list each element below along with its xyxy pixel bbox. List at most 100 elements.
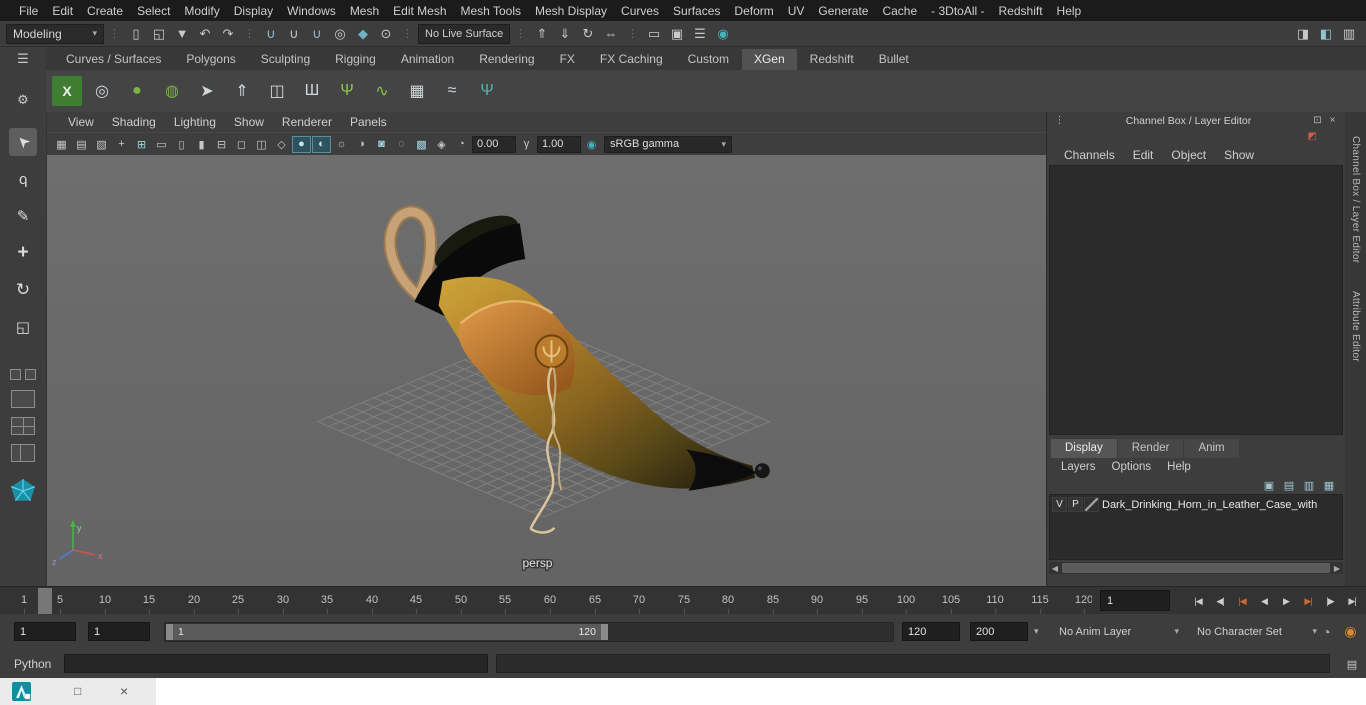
menu-help[interactable]: Help — [1050, 4, 1089, 18]
pane-layout-four-view-button[interactable] — [11, 417, 35, 435]
xgen-lock-length-icon[interactable]: ◫ — [262, 76, 292, 106]
shelf-tab-rigging[interactable]: Rigging — [323, 49, 388, 70]
modeling-toolkit-icon[interactable] — [9, 478, 37, 504]
play-backwards-button[interactable]: ◀ — [1253, 596, 1275, 607]
divider-grip[interactable]: ⋮ — [106, 27, 123, 40]
layer-horizontal-scrollbar[interactable]: ◀ ▶ — [1049, 562, 1343, 574]
shelf-menu-icon[interactable]: ☰ — [12, 50, 34, 68]
restore-window-icon[interactable]: □ — [74, 678, 81, 705]
menu-file[interactable]: File — [12, 4, 45, 18]
divider-grip[interactable]: ⋮ — [624, 27, 641, 40]
lasso-select-tool[interactable]: ρ — [9, 165, 37, 193]
go-to-playback-start-button[interactable]: |◀ — [1187, 596, 1209, 607]
animation-preferences-icon[interactable]: ◉ — [1340, 621, 1361, 642]
menu-surfaces[interactable]: Surfaces — [666, 4, 727, 18]
viewport-menu-show[interactable]: Show — [225, 115, 273, 129]
range-slider-track[interactable]: 1 120 — [164, 622, 894, 642]
shelf-tab-fx-caching[interactable]: FX Caching — [588, 49, 675, 70]
divider-grip[interactable]: ⋮ — [512, 27, 529, 40]
channel-menu-object[interactable]: Object — [1162, 148, 1215, 162]
color-management-icon[interactable]: ◉ — [582, 136, 601, 153]
construction-history-icon[interactable]: ↻ — [577, 23, 599, 45]
xgen-groom-splines-icon[interactable]: ∿ — [367, 76, 397, 106]
current-frame-field[interactable] — [1100, 590, 1170, 611]
play-forwards-button[interactable]: ▶ — [1275, 596, 1297, 607]
layer-playback-toggle[interactable]: P — [1068, 497, 1083, 512]
menu-3dtoall[interactable]: - 3DtoAll - — [924, 4, 991, 18]
range-start-handle[interactable] — [166, 624, 173, 640]
viewport-menu-shading[interactable]: Shading — [103, 115, 165, 129]
layer-name-label[interactable]: Dark_Drinking_Horn_in_Leather_Case_with — [1102, 499, 1342, 511]
paint-select-tool[interactable]: ✎ — [9, 202, 37, 230]
layer-tab-render[interactable]: Render — [1118, 439, 1184, 458]
step-forward-key-button[interactable]: ▶| — [1297, 596, 1319, 607]
menu-mesh[interactable]: Mesh — [343, 4, 386, 18]
menu-modify[interactable]: Modify — [177, 4, 226, 18]
channel-menu-show[interactable]: Show — [1215, 148, 1263, 162]
scroll-left-icon[interactable]: ◀ — [1049, 564, 1061, 573]
command-input-field[interactable] — [64, 654, 488, 673]
float-panel-icon[interactable]: ⊡ — [1310, 115, 1325, 126]
maya-app-icon[interactable] — [12, 682, 31, 701]
menu-set-selector[interactable]: Modeling ▾ — [6, 24, 104, 44]
exposure-icon[interactable]: ◔ — [452, 136, 471, 153]
shadows-icon[interactable]: ◑ — [352, 136, 371, 153]
menu-uv[interactable]: UV — [781, 4, 812, 18]
snap-to-curve-icon[interactable]: ∪ — [283, 23, 305, 45]
layer-tab-display[interactable]: Display — [1051, 439, 1117, 458]
xgen-editor-icon[interactable]: X — [52, 76, 82, 106]
create-empty-layer-icon[interactable]: ▣ — [1261, 479, 1277, 492]
wireframe-icon[interactable]: ◇ — [272, 136, 291, 153]
render-settings-icon[interactable]: ☰ — [689, 23, 711, 45]
delete-unused-layers-icon[interactable]: ▥ — [1301, 479, 1317, 492]
symmetry-icon[interactable]: ⇔ — [600, 23, 622, 45]
step-back-frame-button[interactable]: ◀| — [1209, 596, 1231, 607]
step-forward-frame-button[interactable]: |▶ — [1319, 596, 1341, 607]
shelf-tab-curves-surfaces[interactable]: Curves / Surfaces — [54, 49, 173, 70]
live-surface-field[interactable]: No Live Surface — [418, 24, 510, 44]
safe-action-icon[interactable]: ◻ — [232, 136, 251, 153]
snap-to-grid-icon[interactable]: ∪ — [260, 23, 282, 45]
side-tab-channel-box[interactable]: Channel Box / Layer Editor — [1350, 136, 1361, 263]
character-set-dropdown[interactable]: No Character Set ▾ — [1192, 622, 1322, 641]
close-window-icon[interactable]: × — [120, 678, 128, 705]
animation-start-field[interactable] — [14, 622, 76, 641]
menu-windows[interactable]: Windows — [280, 4, 343, 18]
xgen-attach-curves-icon[interactable]: ≈ — [437, 76, 467, 106]
render-current-frame-icon[interactable]: ▭ — [643, 23, 665, 45]
interactive-render-icon[interactable]: ◉ — [712, 23, 734, 45]
layer-menu-help[interactable]: Help — [1159, 461, 1199, 473]
menu-edit-mesh[interactable]: Edit Mesh — [386, 4, 453, 18]
isolate-select-icon[interactable]: ◈ — [432, 136, 451, 153]
xgen-description-magnifier-icon[interactable]: ◎ — [87, 76, 117, 106]
xgen-ground-plane-icon[interactable]: ▦ — [402, 76, 432, 106]
script-editor-icon[interactable]: ▤ — [1343, 655, 1361, 673]
menu-cache[interactable]: Cache — [875, 4, 924, 18]
shelf-tab-redshift[interactable]: Redshift — [798, 49, 866, 70]
playback-start-field[interactable] — [88, 622, 150, 641]
viewport-menu-panels[interactable]: Panels — [341, 115, 396, 129]
playback-range-bar[interactable]: 1 120 — [166, 624, 608, 640]
multisample-icon[interactable]: ▩ — [412, 136, 431, 153]
film-gate-icon[interactable]: ▭ — [152, 136, 171, 153]
image-plane-icon[interactable]: ▧ — [92, 136, 111, 153]
channel-box-toggle-icon[interactable]: ▥ — [1338, 23, 1360, 45]
undo-icon[interactable]: ↶ — [194, 23, 216, 45]
safe-title-icon[interactable]: ◫ — [252, 136, 271, 153]
layer-row[interactable]: V P Dark_Drinking_Horn_in_Leather_Case_w… — [1050, 496, 1342, 513]
close-panel-icon[interactable]: × — [1325, 115, 1340, 126]
channel-menu-edit[interactable]: Edit — [1124, 148, 1163, 162]
xgen-paint-mask-icon[interactable]: ● — [122, 76, 152, 106]
shelf-tab-sculpting[interactable]: Sculpting — [249, 49, 322, 70]
viewport-menu-lighting[interactable]: Lighting — [165, 115, 225, 129]
gamma-icon[interactable]: γ — [517, 136, 536, 153]
auto-keyframe-toggle-icon[interactable]: ◔ — [1316, 621, 1337, 642]
shelf-tab-fx[interactable]: FX — [548, 49, 587, 70]
xgen-export-arrow-icon[interactable]: ➤ — [192, 76, 222, 106]
redo-icon[interactable]: ↷ — [217, 23, 239, 45]
inputs-icon[interactable]: ⇑ — [531, 23, 553, 45]
ipr-render-icon[interactable]: ▣ — [666, 23, 688, 45]
gamma-field[interactable] — [537, 136, 581, 153]
range-preset-arrow-icon[interactable]: ▾ — [1034, 626, 1039, 637]
menu-mesh-tools[interactable]: Mesh Tools — [454, 4, 528, 18]
